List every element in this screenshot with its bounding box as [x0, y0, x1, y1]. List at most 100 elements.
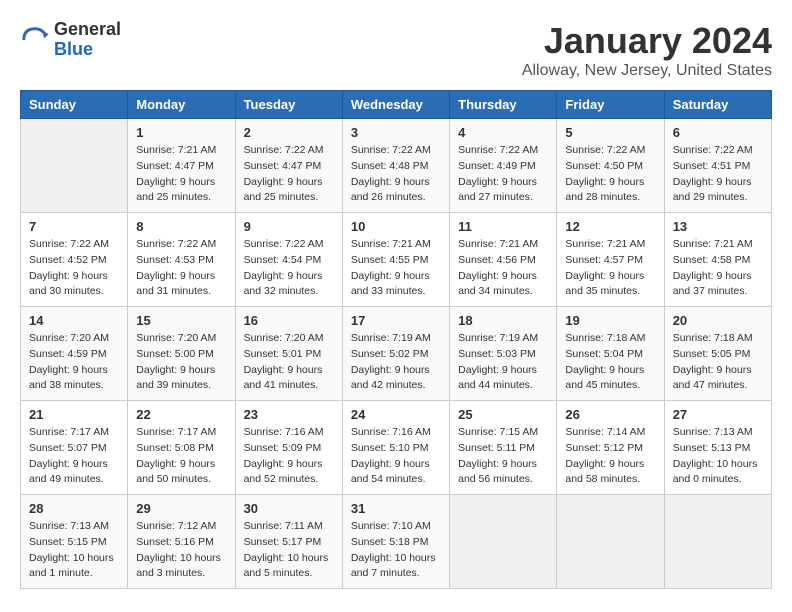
sunset-info: Sunset: 4:57 PM: [565, 253, 655, 269]
daylight-info: Daylight: 9 hours and 30 minutes.: [29, 269, 119, 301]
header-sunday: Sunday: [21, 91, 128, 119]
daylight-info: Daylight: 9 hours and 27 minutes.: [458, 175, 548, 207]
calendar-cell: 8 Sunrise: 7:22 AM Sunset: 4:53 PM Dayli…: [128, 213, 235, 307]
day-info: Sunrise: 7:19 AM Sunset: 5:03 PM Dayligh…: [458, 331, 548, 394]
calendar-row: 1 Sunrise: 7:21 AM Sunset: 4:47 PM Dayli…: [21, 119, 772, 213]
sunrise-info: Sunrise: 7:13 AM: [29, 519, 119, 535]
day-info: Sunrise: 7:21 AM Sunset: 4:55 PM Dayligh…: [351, 237, 441, 300]
sunrise-info: Sunrise: 7:20 AM: [136, 331, 226, 347]
calendar-cell: 23 Sunrise: 7:16 AM Sunset: 5:09 PM Dayl…: [235, 401, 342, 495]
day-number: 25: [458, 407, 548, 422]
sunset-info: Sunset: 5:11 PM: [458, 441, 548, 457]
day-number: 12: [565, 219, 655, 234]
sunset-info: Sunset: 4:48 PM: [351, 159, 441, 175]
calendar-row: 28 Sunrise: 7:13 AM Sunset: 5:15 PM Dayl…: [21, 495, 772, 589]
sunrise-info: Sunrise: 7:20 AM: [244, 331, 334, 347]
day-info: Sunrise: 7:22 AM Sunset: 4:47 PM Dayligh…: [244, 143, 334, 206]
sunrise-info: Sunrise: 7:19 AM: [458, 331, 548, 347]
day-number: 13: [673, 219, 763, 234]
sunrise-info: Sunrise: 7:22 AM: [136, 237, 226, 253]
day-number: 30: [244, 501, 334, 516]
calendar-cell: 30 Sunrise: 7:11 AM Sunset: 5:17 PM Dayl…: [235, 495, 342, 589]
day-number: 5: [565, 125, 655, 140]
calendar-cell: 17 Sunrise: 7:19 AM Sunset: 5:02 PM Dayl…: [342, 307, 449, 401]
calendar-cell: [21, 119, 128, 213]
sunset-info: Sunset: 4:58 PM: [673, 253, 763, 269]
daylight-info: Daylight: 9 hours and 35 minutes.: [565, 269, 655, 301]
day-info: Sunrise: 7:12 AM Sunset: 5:16 PM Dayligh…: [136, 519, 226, 582]
day-info: Sunrise: 7:22 AM Sunset: 4:48 PM Dayligh…: [351, 143, 441, 206]
calendar-cell: [664, 495, 771, 589]
daylight-info: Daylight: 9 hours and 50 minutes.: [136, 457, 226, 489]
day-number: 22: [136, 407, 226, 422]
daylight-info: Daylight: 9 hours and 42 minutes.: [351, 363, 441, 395]
header-monday: Monday: [128, 91, 235, 119]
daylight-info: Daylight: 9 hours and 26 minutes.: [351, 175, 441, 207]
sunrise-info: Sunrise: 7:21 AM: [136, 143, 226, 159]
sunrise-info: Sunrise: 7:21 AM: [673, 237, 763, 253]
sunset-info: Sunset: 5:18 PM: [351, 535, 441, 551]
day-info: Sunrise: 7:16 AM Sunset: 5:10 PM Dayligh…: [351, 425, 441, 488]
calendar-cell: 24 Sunrise: 7:16 AM Sunset: 5:10 PM Dayl…: [342, 401, 449, 495]
day-number: 31: [351, 501, 441, 516]
calendar-table: Sunday Monday Tuesday Wednesday Thursday…: [20, 90, 772, 589]
daylight-info: Daylight: 9 hours and 56 minutes.: [458, 457, 548, 489]
logo-general-text: General: [54, 20, 121, 40]
daylight-info: Daylight: 9 hours and 25 minutes.: [136, 175, 226, 207]
day-info: Sunrise: 7:16 AM Sunset: 5:09 PM Dayligh…: [244, 425, 334, 488]
sunrise-info: Sunrise: 7:11 AM: [244, 519, 334, 535]
day-number: 26: [565, 407, 655, 422]
day-info: Sunrise: 7:15 AM Sunset: 5:11 PM Dayligh…: [458, 425, 548, 488]
calendar-cell: 27 Sunrise: 7:13 AM Sunset: 5:13 PM Dayl…: [664, 401, 771, 495]
day-info: Sunrise: 7:21 AM Sunset: 4:56 PM Dayligh…: [458, 237, 548, 300]
day-number: 4: [458, 125, 548, 140]
day-number: 7: [29, 219, 119, 234]
sunset-info: Sunset: 5:01 PM: [244, 347, 334, 363]
sunset-info: Sunset: 5:03 PM: [458, 347, 548, 363]
header-tuesday: Tuesday: [235, 91, 342, 119]
day-number: 15: [136, 313, 226, 328]
day-number: 29: [136, 501, 226, 516]
header-wednesday: Wednesday: [342, 91, 449, 119]
daylight-info: Daylight: 10 hours and 0 minutes.: [673, 457, 763, 489]
calendar-cell: 19 Sunrise: 7:18 AM Sunset: 5:04 PM Dayl…: [557, 307, 664, 401]
calendar-cell: 20 Sunrise: 7:18 AM Sunset: 5:05 PM Dayl…: [664, 307, 771, 401]
sunset-info: Sunset: 4:50 PM: [565, 159, 655, 175]
daylight-info: Daylight: 9 hours and 49 minutes.: [29, 457, 119, 489]
sunset-info: Sunset: 4:49 PM: [458, 159, 548, 175]
sunrise-info: Sunrise: 7:22 AM: [673, 143, 763, 159]
day-info: Sunrise: 7:18 AM Sunset: 5:04 PM Dayligh…: [565, 331, 655, 394]
calendar-row: 7 Sunrise: 7:22 AM Sunset: 4:52 PM Dayli…: [21, 213, 772, 307]
calendar-cell: 16 Sunrise: 7:20 AM Sunset: 5:01 PM Dayl…: [235, 307, 342, 401]
calendar-cell: 1 Sunrise: 7:21 AM Sunset: 4:47 PM Dayli…: [128, 119, 235, 213]
sunset-info: Sunset: 4:54 PM: [244, 253, 334, 269]
day-info: Sunrise: 7:20 AM Sunset: 5:00 PM Dayligh…: [136, 331, 226, 394]
sunset-info: Sunset: 4:52 PM: [29, 253, 119, 269]
day-number: 23: [244, 407, 334, 422]
daylight-info: Daylight: 9 hours and 38 minutes.: [29, 363, 119, 395]
day-info: Sunrise: 7:22 AM Sunset: 4:54 PM Dayligh…: [244, 237, 334, 300]
day-info: Sunrise: 7:21 AM Sunset: 4:47 PM Dayligh…: [136, 143, 226, 206]
daylight-info: Daylight: 9 hours and 44 minutes.: [458, 363, 548, 395]
daylight-info: Daylight: 9 hours and 25 minutes.: [244, 175, 334, 207]
location-title: Alloway, New Jersey, United States: [522, 62, 772, 80]
daylight-info: Daylight: 9 hours and 54 minutes.: [351, 457, 441, 489]
sunset-info: Sunset: 4:53 PM: [136, 253, 226, 269]
calendar-cell: 25 Sunrise: 7:15 AM Sunset: 5:11 PM Dayl…: [450, 401, 557, 495]
daylight-info: Daylight: 10 hours and 3 minutes.: [136, 551, 226, 583]
logo: General Blue: [20, 20, 121, 60]
daylight-info: Daylight: 9 hours and 58 minutes.: [565, 457, 655, 489]
daylight-info: Daylight: 9 hours and 45 minutes.: [565, 363, 655, 395]
day-info: Sunrise: 7:11 AM Sunset: 5:17 PM Dayligh…: [244, 519, 334, 582]
weekday-header-row: Sunday Monday Tuesday Wednesday Thursday…: [21, 91, 772, 119]
sunset-info: Sunset: 4:55 PM: [351, 253, 441, 269]
day-info: Sunrise: 7:14 AM Sunset: 5:12 PM Dayligh…: [565, 425, 655, 488]
sunrise-info: Sunrise: 7:22 AM: [458, 143, 548, 159]
sunset-info: Sunset: 5:00 PM: [136, 347, 226, 363]
calendar-cell: 31 Sunrise: 7:10 AM Sunset: 5:18 PM Dayl…: [342, 495, 449, 589]
sunset-info: Sunset: 5:17 PM: [244, 535, 334, 551]
day-info: Sunrise: 7:19 AM Sunset: 5:02 PM Dayligh…: [351, 331, 441, 394]
calendar-cell: 21 Sunrise: 7:17 AM Sunset: 5:07 PM Dayl…: [21, 401, 128, 495]
sunset-info: Sunset: 4:56 PM: [458, 253, 548, 269]
sunset-info: Sunset: 5:09 PM: [244, 441, 334, 457]
